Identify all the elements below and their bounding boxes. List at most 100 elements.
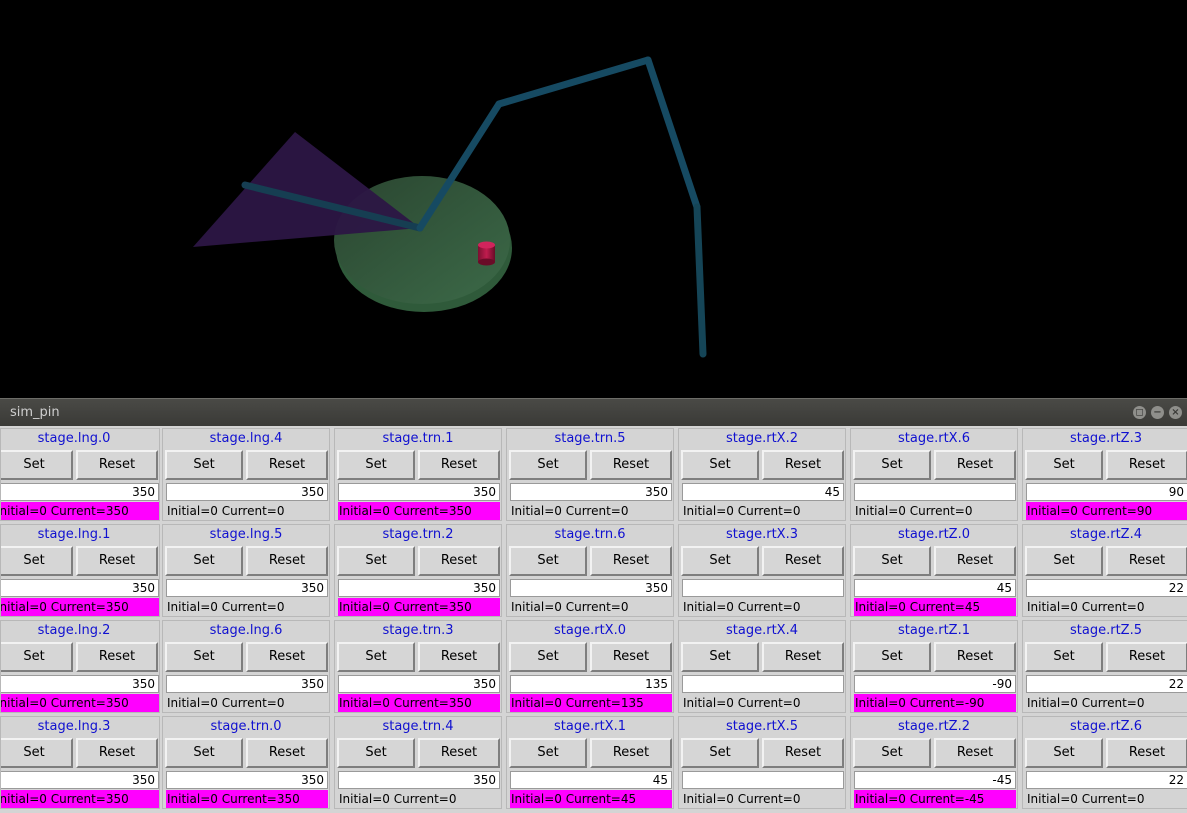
pin-name: stage.rtZ.1	[898, 623, 970, 638]
set-button[interactable]: Set	[853, 546, 931, 576]
set-button[interactable]: Set	[1, 642, 73, 672]
set-button[interactable]: Set	[681, 546, 759, 576]
pin-value-input[interactable]: -90	[854, 675, 1016, 693]
reset-button[interactable]: Reset	[590, 642, 672, 672]
reset-button[interactable]: Reset	[76, 546, 158, 576]
set-button[interactable]: Set	[853, 642, 931, 672]
reset-button[interactable]: Reset	[1106, 738, 1187, 768]
pin-value-input[interactable]: 135	[510, 675, 672, 693]
reset-button[interactable]: Reset	[934, 546, 1016, 576]
pin-value-input[interactable]: 350	[510, 483, 672, 501]
pin-status: Initial=0 Current=350	[1, 502, 159, 520]
reset-button[interactable]: Reset	[76, 642, 158, 672]
pin-value-input[interactable]: 350	[166, 579, 328, 597]
pin-value-input[interactable]	[682, 579, 844, 597]
pin-value-input[interactable]: 350	[338, 579, 500, 597]
pin-value-input[interactable]: 350	[166, 771, 328, 789]
reset-button[interactable]: Reset	[76, 450, 158, 480]
window-titlebar[interactable]: sim_pin ◻ − ×	[0, 398, 1187, 426]
pin-value-input[interactable]: 90	[1026, 483, 1187, 501]
set-button[interactable]: Set	[165, 738, 243, 768]
pin-value-input[interactable]	[854, 483, 1016, 501]
reset-button[interactable]: Reset	[418, 546, 500, 576]
pin-value-input[interactable]: 350	[338, 675, 500, 693]
set-button[interactable]: Set	[509, 738, 587, 768]
set-button[interactable]: Set	[509, 450, 587, 480]
reset-button[interactable]: Reset	[934, 450, 1016, 480]
reset-button[interactable]: Reset	[418, 450, 500, 480]
pin-value-input[interactable]: 45	[682, 483, 844, 501]
pin-control: stage.rtZ.6 Set Reset 22 Initial=0 Current=0	[1022, 716, 1187, 809]
set-button[interactable]: Set	[1025, 642, 1103, 672]
close-window-icon[interactable]: ×	[1169, 406, 1182, 419]
set-button[interactable]: Set	[337, 642, 415, 672]
pin-name: stage.lng.6	[209, 623, 283, 638]
reset-button[interactable]: Reset	[762, 450, 844, 480]
set-button[interactable]: Set	[509, 546, 587, 576]
set-button[interactable]: Set	[1025, 738, 1103, 768]
reset-button[interactable]: Reset	[246, 738, 328, 768]
pin-value-input[interactable]: 22	[1026, 675, 1187, 693]
set-button[interactable]: Set	[853, 450, 931, 480]
reset-button[interactable]: Reset	[762, 642, 844, 672]
reset-button[interactable]: Reset	[762, 546, 844, 576]
set-button[interactable]: Set	[853, 738, 931, 768]
pin-control: stage.lng.3 Set Reset 350 Initial=0 Current=…	[0, 716, 160, 809]
pin-value-input[interactable]	[682, 675, 844, 693]
pin-value-input[interactable]: 45	[510, 771, 672, 789]
set-button[interactable]: Set	[1025, 546, 1103, 576]
reset-button[interactable]: Reset	[1106, 450, 1187, 480]
reset-button[interactable]: Reset	[762, 738, 844, 768]
reset-button[interactable]: Reset	[934, 642, 1016, 672]
pin-control: stage.lng.0 Set Reset 350 Initial=0 Current=…	[0, 428, 160, 521]
reset-button[interactable]: Reset	[418, 738, 500, 768]
set-button[interactable]: Set	[1, 738, 73, 768]
pin-value-input[interactable]: 45	[854, 579, 1016, 597]
pin-value-input[interactable]: 350	[1, 675, 159, 693]
pin-value-input[interactable]: 350	[1, 483, 159, 501]
pin-status: Initial=0 Current=90	[1026, 502, 1187, 520]
pin-value-input[interactable]: 350	[1, 771, 159, 789]
reset-button[interactable]: Reset	[590, 450, 672, 480]
pin-value-input[interactable]: 350	[338, 483, 500, 501]
pin-status: Initial=0 Current=0	[167, 504, 285, 518]
3d-viewport[interactable]	[0, 0, 1187, 398]
pin-value-input[interactable]: 350	[510, 579, 672, 597]
pin-name: stage.trn.4	[382, 719, 454, 734]
pin-value-input[interactable]: 350	[166, 675, 328, 693]
minimize-window-icon[interactable]: −	[1151, 406, 1164, 419]
pin-value-input[interactable]	[682, 771, 844, 789]
reset-button[interactable]: Reset	[76, 738, 158, 768]
pin-value-input[interactable]: 350	[166, 483, 328, 501]
set-button[interactable]: Set	[1, 450, 73, 480]
set-button[interactable]: Set	[681, 642, 759, 672]
pin-value-input[interactable]: 350	[338, 771, 500, 789]
reset-button[interactable]: Reset	[1106, 546, 1187, 576]
set-button[interactable]: Set	[1, 546, 73, 576]
reset-button[interactable]: Reset	[246, 546, 328, 576]
pin-value-input[interactable]: 22	[1026, 579, 1187, 597]
set-button[interactable]: Set	[337, 450, 415, 480]
reset-button[interactable]: Reset	[934, 738, 1016, 768]
set-button[interactable]: Set	[165, 642, 243, 672]
set-button[interactable]: Set	[509, 642, 587, 672]
set-button[interactable]: Set	[337, 546, 415, 576]
restore-window-icon[interactable]: ◻	[1133, 406, 1146, 419]
pin-value-input[interactable]: -45	[854, 771, 1016, 789]
reset-button[interactable]: Reset	[1106, 642, 1187, 672]
set-button[interactable]: Set	[165, 450, 243, 480]
set-button[interactable]: Set	[337, 738, 415, 768]
set-button[interactable]: Set	[681, 738, 759, 768]
set-button[interactable]: Set	[165, 546, 243, 576]
reset-button[interactable]: Reset	[246, 642, 328, 672]
pin-value-input[interactable]: 22	[1026, 771, 1187, 789]
reset-button[interactable]: Reset	[246, 450, 328, 480]
reset-button[interactable]: Reset	[418, 642, 500, 672]
pin-panel: stage.lng.0 Set Reset 350 Initial=0 Current=…	[0, 426, 1187, 813]
reset-button[interactable]: Reset	[590, 546, 672, 576]
pin-value-input[interactable]: 350	[1, 579, 159, 597]
set-button[interactable]: Set	[1025, 450, 1103, 480]
reset-button[interactable]: Reset	[590, 738, 672, 768]
pin-control: stage.trn.5 Set Reset 350 Initial=0 Current=…	[506, 428, 674, 521]
set-button[interactable]: Set	[681, 450, 759, 480]
